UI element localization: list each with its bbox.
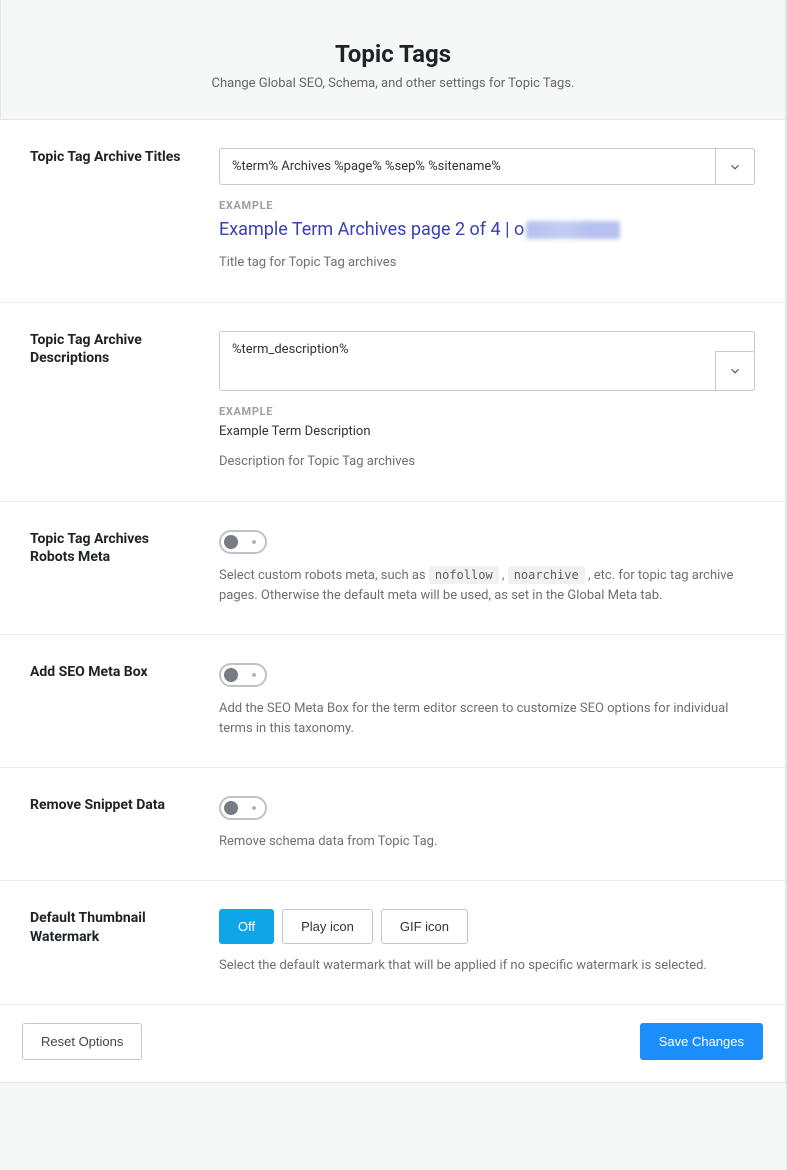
remove-snippet-toggle[interactable] (219, 796, 267, 820)
description-input-wrap: %term_description% (219, 331, 755, 391)
label-robots-meta: Topic Tag Archives Robots Meta (30, 530, 195, 568)
description-helptext: Description for Topic Tag archives (219, 452, 755, 472)
watermark-helptext: Select the default watermark that will b… (219, 956, 755, 976)
title-example-text: Example Term Archives page 2 of 4 | o (219, 219, 524, 240)
section-archive-titles: Topic Tag Archive Titles EXAMPLE Example… (0, 120, 785, 303)
section-watermark: Default Thumbnail Watermark Off Play ico… (0, 881, 785, 1004)
page-header: Topic Tags Change Global SEO, Schema, an… (0, 0, 786, 119)
label-add-metabox: Add SEO Meta Box (30, 663, 195, 682)
archive-title-input[interactable] (219, 148, 755, 185)
toggle-knob (224, 801, 238, 815)
metabox-helptext: Add the SEO Meta Box for the term editor… (219, 699, 755, 739)
toggle-indicator (252, 806, 256, 810)
settings-page: Topic Tags Change Global SEO, Schema, an… (0, 0, 787, 1170)
page-title: Topic Tags (21, 40, 765, 68)
section-archive-descriptions: Topic Tag Archive Descriptions %term_des… (0, 303, 785, 502)
snippet-helptext: Remove schema data from Topic Tag. (219, 832, 755, 852)
title-input-wrap (219, 148, 755, 185)
footer-actions: Reset Options Save Changes (0, 1004, 786, 1083)
settings-panel: Topic Tag Archive Titles EXAMPLE Example… (0, 119, 786, 1005)
toggle-indicator (252, 673, 256, 677)
robots-help-prefix: Select custom robots meta, such as (219, 568, 429, 583)
reset-options-button[interactable]: Reset Options (22, 1023, 142, 1060)
watermark-option-off[interactable]: Off (219, 909, 274, 944)
code-noarchive: noarchive (508, 566, 585, 584)
watermark-option-gif[interactable]: GIF icon (381, 909, 468, 944)
chevron-down-icon (728, 160, 742, 174)
label-archive-titles: Topic Tag Archive Titles (30, 148, 195, 167)
description-example-preview: Example Term Description (219, 424, 371, 441)
page-subtitle: Change Global SEO, Schema, and other set… (21, 76, 765, 91)
code-nofollow: nofollow (429, 566, 499, 584)
toggle-indicator (252, 540, 256, 544)
title-example-preview: Example Term Archives page 2 of 4 | o (219, 218, 620, 241)
section-remove-snippet: Remove Snippet Data Remove schema data f… (0, 768, 785, 881)
save-changes-button[interactable]: Save Changes (640, 1023, 763, 1060)
example-label: EXAMPLE (219, 199, 755, 212)
robots-helptext: Select custom robots meta, such as nofol… (219, 566, 755, 606)
archive-description-input[interactable]: %term_description% (219, 331, 755, 391)
title-variables-dropdown[interactable] (715, 148, 755, 185)
robots-help-mid: , (502, 568, 508, 583)
example-label: EXAMPLE (219, 405, 755, 418)
add-metabox-toggle[interactable] (219, 663, 267, 687)
watermark-option-play[interactable]: Play icon (282, 909, 373, 944)
robots-meta-toggle[interactable] (219, 530, 267, 554)
label-archive-descriptions: Topic Tag Archive Descriptions (30, 331, 195, 369)
title-helptext: Title tag for Topic Tag archives (219, 253, 755, 273)
toggle-knob (224, 535, 238, 549)
toggle-knob (224, 668, 238, 682)
chevron-down-icon (728, 364, 742, 378)
section-add-metabox: Add SEO Meta Box Add the SEO Meta Box fo… (0, 635, 785, 768)
section-robots-meta: Topic Tag Archives Robots Meta Select cu… (0, 502, 785, 635)
redacted-sitename (526, 221, 620, 239)
label-remove-snippet: Remove Snippet Data (30, 796, 195, 815)
description-variables-dropdown[interactable] (715, 351, 755, 391)
label-watermark: Default Thumbnail Watermark (30, 909, 195, 947)
watermark-segmented: Off Play icon GIF icon (219, 909, 755, 944)
